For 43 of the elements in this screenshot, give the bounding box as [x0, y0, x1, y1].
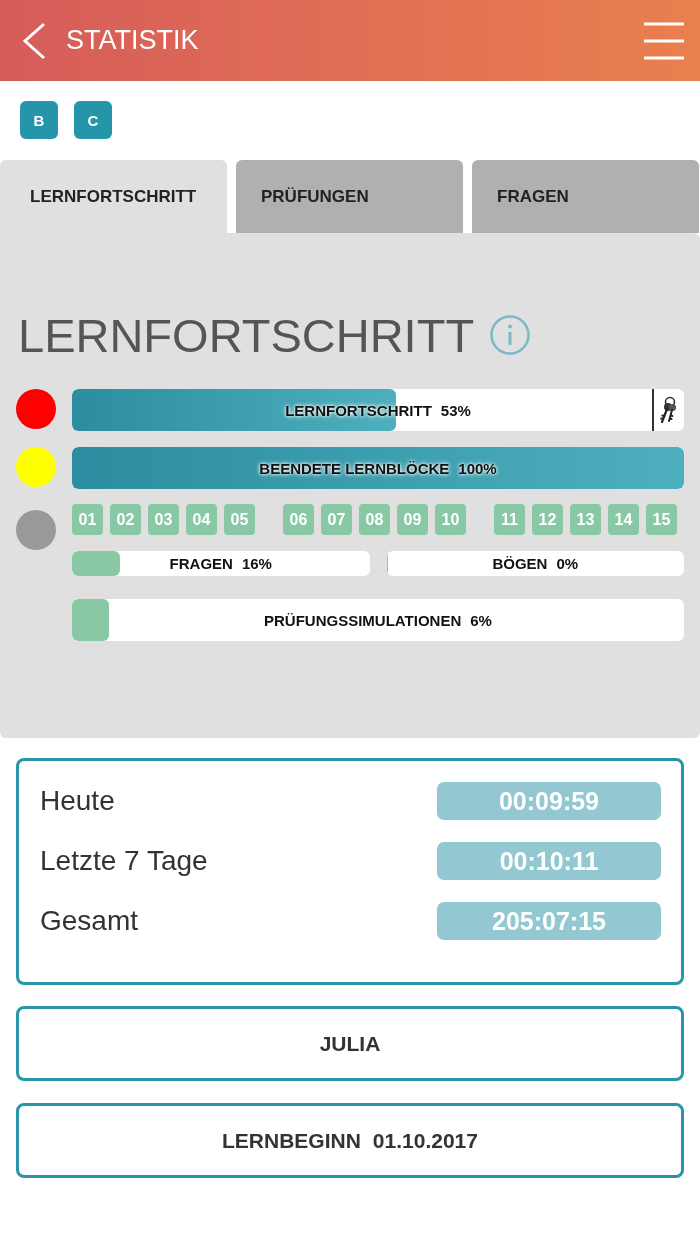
block-chip[interactable]: 02	[110, 504, 141, 535]
progress-label: FRAGEN	[169, 555, 233, 572]
block-chip[interactable]: 14	[608, 504, 639, 535]
block-chip[interactable]: 15	[646, 504, 677, 535]
menu-icon[interactable]	[644, 21, 684, 60]
user-name: JULIA	[319, 1031, 381, 1056]
time-value: 00:10:11	[437, 842, 661, 880]
time-label: Letzte 7 Tage	[40, 845, 208, 877]
time-value: 00:09:59	[437, 782, 661, 820]
back-icon[interactable]	[22, 21, 46, 60]
block-chip[interactable]: 06	[283, 504, 314, 535]
progress-label: PRÜFUNGSSIMULATIONEN	[264, 611, 462, 629]
block-chip[interactable]: 01	[72, 504, 103, 535]
block-chip[interactable]: 05	[224, 504, 255, 535]
block-chip[interactable]: 08	[359, 504, 390, 535]
class-button[interactable]: C	[74, 101, 112, 139]
time-label: Gesamt	[40, 905, 139, 937]
block-chip[interactable]: 09	[397, 504, 428, 535]
start-label: LERNBEGINN	[222, 1128, 361, 1153]
progress-value: 100%	[458, 459, 497, 477]
progress-value: 16%	[241, 555, 272, 572]
block-chip[interactable]: 12	[532, 504, 563, 535]
tab[interactable]: LERNFORTSCHRITT	[0, 160, 227, 233]
keys-icon[interactable]	[659, 396, 679, 424]
time-label: Heute	[40, 785, 115, 817]
progress-value: 53%	[440, 401, 471, 419]
tab[interactable]: FRAGEN	[472, 160, 699, 233]
progress-label: BEENDETE LERNBLÖCKE	[259, 459, 450, 477]
block-chip[interactable]: 11	[494, 504, 525, 535]
page-title: STATISTIK	[66, 27, 199, 54]
block-chip[interactable]: 03	[148, 504, 179, 535]
block-chip[interactable]: 10	[435, 504, 466, 535]
block-chip[interactable]: 13	[570, 504, 601, 535]
progress-label: BÖGEN	[492, 555, 548, 572]
time-value: 205:07:15	[437, 902, 661, 940]
progress-value: 0%	[556, 555, 579, 572]
tab[interactable]: PRÜFUNGEN	[236, 160, 463, 233]
progress-value: 6%	[470, 611, 492, 629]
section-title: LERNFORTSCHRITT	[18, 311, 475, 359]
block-chip[interactable]: 07	[321, 504, 352, 535]
start-date: 01.10.2017	[372, 1128, 478, 1153]
class-button[interactable]: B	[20, 101, 58, 139]
block-chip[interactable]: 04	[186, 504, 217, 535]
